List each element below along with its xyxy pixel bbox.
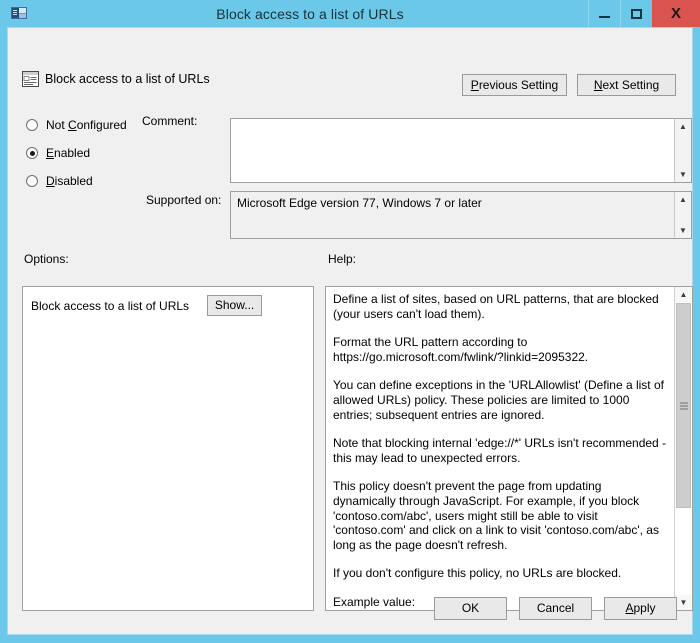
- setting-navigation: Previous Setting Next Setting: [462, 74, 676, 96]
- radio-mark-icon: [26, 147, 38, 159]
- gpedit-policy-icon: [10, 5, 28, 22]
- help-paragraph: If you don't configure this policy, no U…: [333, 566, 622, 581]
- scroll-down-icon[interactable]: ▼: [675, 223, 691, 238]
- scroll-up-icon[interactable]: ▲: [675, 192, 691, 207]
- scroll-down-icon[interactable]: ▼: [675, 167, 691, 182]
- scrollbar-thumb[interactable]: [676, 303, 691, 508]
- comment-label: Comment:: [142, 114, 198, 128]
- page-title: Block access to a list of URLs: [45, 72, 210, 86]
- cancel-button[interactable]: Cancel: [519, 597, 592, 620]
- options-panel: Block access to a list of URLs Show...: [22, 286, 314, 611]
- supported-on-label: Supported on:: [146, 193, 222, 207]
- help-paragraph: Note that blocking internal 'edge://*' U…: [333, 436, 667, 465]
- help-label: Help:: [328, 252, 357, 266]
- show-button[interactable]: Show...: [207, 295, 263, 316]
- policy-state-radio-group: Not Configured Enabled Disabled: [26, 118, 127, 202]
- previous-setting-button[interactable]: Previous Setting: [462, 74, 567, 96]
- options-label: Options:: [24, 252, 69, 266]
- comment-value[interactable]: [231, 119, 674, 182]
- supported-on-value: Microsoft Edge version 77, Windows 7 or …: [237, 196, 482, 210]
- dialog-client-area: Block access to a list of URLs Previous …: [7, 27, 693, 635]
- help-paragraph: Define a list of sites, based on URL pat…: [333, 292, 659, 321]
- help-panel: Define a list of sites, based on URL pat…: [325, 286, 693, 611]
- help-scrollbar[interactable]: ▲ ▼: [674, 287, 692, 610]
- radio-not-configured[interactable]: Not Configured: [26, 118, 127, 132]
- comment-field[interactable]: ▲ ▼: [230, 118, 692, 183]
- radio-label-disabled: Disabled: [46, 174, 93, 188]
- scrollbar-grip-icon: [679, 402, 688, 409]
- minimize-icon[interactable]: [588, 0, 620, 27]
- radio-label-enabled: Enabled: [46, 146, 91, 160]
- dialog-footer: OK Cancel Apply: [434, 597, 677, 620]
- help-paragraph: Format the URL pattern according to http…: [333, 335, 589, 364]
- scroll-down-icon[interactable]: ▼: [675, 595, 692, 610]
- help-text: Define a list of sites, based on URL pat…: [326, 287, 674, 610]
- scroll-up-icon[interactable]: ▲: [675, 119, 691, 134]
- policy-setting-icon: [22, 71, 39, 87]
- window-controls: X: [588, 0, 700, 27]
- scroll-up-icon[interactable]: ▲: [675, 287, 692, 302]
- option-label: Block access to a list of URLs: [31, 298, 190, 313]
- comment-scrollbar[interactable]: ▲ ▼: [674, 119, 691, 182]
- title-bar[interactable]: Block access to a list of URLs X: [0, 0, 700, 27]
- policy-setting-window: Block access to a list of URLs X Block a…: [0, 0, 700, 643]
- next-setting-button[interactable]: Next Setting: [577, 74, 676, 96]
- maximize-icon[interactable]: [620, 0, 652, 27]
- help-paragraph: You can define exceptions in the 'URLAll…: [333, 378, 664, 422]
- apply-button[interactable]: Apply: [604, 597, 677, 620]
- close-icon[interactable]: X: [652, 0, 700, 27]
- ok-button[interactable]: OK: [434, 597, 507, 620]
- supported-on-field: Microsoft Edge version 77, Windows 7 or …: [230, 191, 692, 239]
- radio-mark-icon: [26, 175, 38, 187]
- radio-enabled[interactable]: Enabled: [26, 146, 127, 160]
- radio-mark-icon: [26, 119, 38, 131]
- option-row-block-urls: Block access to a list of URLs Show...: [23, 287, 313, 316]
- radio-disabled[interactable]: Disabled: [26, 174, 127, 188]
- radio-label-not-configured: Not Configured: [46, 118, 127, 132]
- supported-on-scrollbar[interactable]: ▲ ▼: [674, 192, 691, 238]
- help-paragraph: This policy doesn't prevent the page fro…: [333, 479, 659, 552]
